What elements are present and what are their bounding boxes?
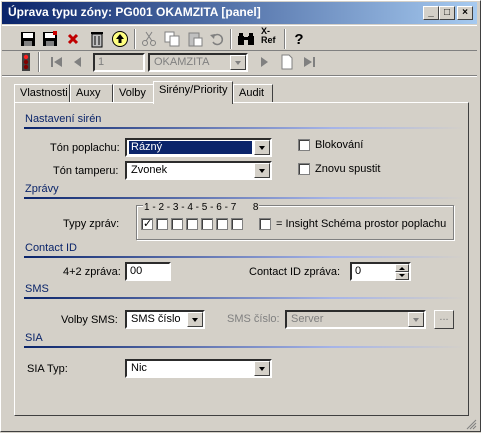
insight-label: = Insight Schéma prostor poplachu xyxy=(276,218,447,230)
spin-down-button[interactable] xyxy=(395,272,409,280)
find-icon[interactable] xyxy=(236,29,256,49)
sia-typ-select[interactable]: Nic xyxy=(125,359,272,378)
resize-grip-icon[interactable] xyxy=(466,419,477,430)
tab-vlastnosti[interactable]: Vlastnosti xyxy=(14,84,70,103)
next-record-icon[interactable] xyxy=(254,52,274,72)
ton-tamperu-select[interactable]: Zvonek xyxy=(125,161,272,180)
ton-poplachu-label: Tón poplachu: xyxy=(50,142,120,154)
sia-typ-label: SIA Typ: xyxy=(27,363,68,375)
message-type-4-checkbox[interactable] xyxy=(186,218,198,230)
delete-x-icon[interactable] xyxy=(63,29,83,49)
group-divider xyxy=(24,256,464,258)
toolbar-divider xyxy=(2,25,477,26)
copy-icon[interactable] xyxy=(162,29,182,49)
upload-icon[interactable] xyxy=(110,29,130,49)
blokovani-label: Blokování xyxy=(315,139,364,151)
sms-browse-button[interactable]: ... xyxy=(434,310,454,329)
toolbar-separator xyxy=(230,29,232,49)
sms-cislo-value: Server xyxy=(291,313,324,325)
maximize-button[interactable]: □ xyxy=(439,6,455,20)
zprava-42-label: 4+2 zpráva: xyxy=(63,266,121,278)
sms-cislo-label: SMS číslo: xyxy=(227,313,280,325)
new-record-icon[interactable] xyxy=(277,52,297,72)
group-title-contact-id: Contact ID xyxy=(25,242,77,254)
toolbar-separator xyxy=(284,29,286,49)
chevron-down-icon[interactable] xyxy=(187,312,203,327)
toolbar-separator xyxy=(38,52,40,72)
tab-audit[interactable]: Audit xyxy=(233,84,273,103)
toolbar-separator xyxy=(134,29,136,49)
cut-icon[interactable] xyxy=(139,29,159,49)
group-divider xyxy=(24,197,464,199)
message-type-6-checkbox[interactable] xyxy=(216,218,228,230)
blokovani-checkbox[interactable] xyxy=(298,139,310,151)
znovu-spustit-checkbox[interactable] xyxy=(298,163,310,175)
group-divider xyxy=(24,127,464,129)
save-as-icon[interactable] xyxy=(40,29,60,49)
undo-icon[interactable] xyxy=(207,29,227,49)
ton-poplachu-select[interactable]: Rázný xyxy=(125,138,272,157)
trash-icon[interactable] xyxy=(87,29,107,49)
last-record-icon[interactable] xyxy=(299,52,319,72)
chevron-down-icon[interactable] xyxy=(408,312,424,327)
zprava-42-input[interactable]: 00 xyxy=(125,262,171,281)
group-divider xyxy=(24,297,464,299)
title-bar[interactable]: Úprava typu zóny: PG001 OKAMZITA [panel]… xyxy=(2,2,477,24)
save-icon[interactable] xyxy=(18,29,38,49)
traffic-light-icon xyxy=(16,52,36,72)
message-type-5-checkbox[interactable] xyxy=(201,218,213,230)
sia-typ-value: Nic xyxy=(131,362,147,374)
group-title-sms: SMS xyxy=(25,283,49,295)
volby-sms-label: Volby SMS: xyxy=(61,314,118,326)
first-record-icon[interactable] xyxy=(47,52,67,72)
spin-up-button[interactable] xyxy=(395,264,409,272)
chevron-down-icon[interactable] xyxy=(254,140,270,155)
message-type-2-checkbox[interactable] xyxy=(156,218,168,230)
typy-zprav-label: Typy zpráv: xyxy=(63,218,120,230)
ton-tamperu-value: Zvonek xyxy=(131,164,168,176)
message-type-8-checkbox[interactable] xyxy=(259,218,271,230)
group-title-sia: SIA xyxy=(25,332,43,344)
group-divider xyxy=(24,346,464,348)
cross-ref-icon[interactable]: X- Ref xyxy=(261,27,281,45)
message-type-3-checkbox[interactable] xyxy=(171,218,183,230)
group-title-nastaveni-siren: Nastavení sirén xyxy=(25,113,102,125)
toolbar-divider xyxy=(2,76,477,77)
paste-icon[interactable] xyxy=(185,29,205,49)
volby-sms-select[interactable]: SMS číslo xyxy=(125,310,205,329)
message-numbers-header: 1 - 2 - 3 - 4 - 5 - 6 - 7 8 xyxy=(143,202,260,213)
znovu-spustit-label: Znovu spustit xyxy=(315,163,381,175)
chevron-down-icon[interactable] xyxy=(254,163,270,178)
record-name-combo[interactable]: OKAMZITA xyxy=(148,53,248,72)
group-title-zpravy: Zprávy xyxy=(25,183,59,195)
record-name-value: OKAMZITA xyxy=(154,56,210,68)
tab-auxy[interactable]: Auxy xyxy=(70,84,113,103)
record-number-field[interactable]: 1 xyxy=(93,53,145,72)
contact-id-zprava-label: Contact ID zpráva: xyxy=(249,266,341,278)
window-title: Úprava typu zóny: PG001 OKAMZITA [panel] xyxy=(8,5,261,19)
ton-tamperu-label: Tón tamperu: xyxy=(53,165,119,177)
volby-sms-value: SMS číslo xyxy=(131,313,181,325)
help-icon[interactable]: ? xyxy=(289,29,309,49)
minimize-button[interactable]: _ xyxy=(423,6,439,20)
sms-cislo-select[interactable]: Server xyxy=(285,310,426,329)
tab-sireny-priority[interactable]: Sirény/Priority xyxy=(153,81,233,104)
previous-record-icon[interactable] xyxy=(68,52,88,72)
tab-volby[interactable]: Volby xyxy=(113,84,154,103)
chevron-down-icon[interactable] xyxy=(230,55,246,70)
message-type-7-checkbox[interactable] xyxy=(231,218,243,230)
toolbar-divider xyxy=(2,50,477,51)
chevron-down-icon[interactable] xyxy=(254,361,270,376)
close-button[interactable]: × xyxy=(457,6,473,20)
message-type-1-checkbox[interactable] xyxy=(141,217,153,230)
ton-poplachu-value: Rázný xyxy=(128,140,253,155)
